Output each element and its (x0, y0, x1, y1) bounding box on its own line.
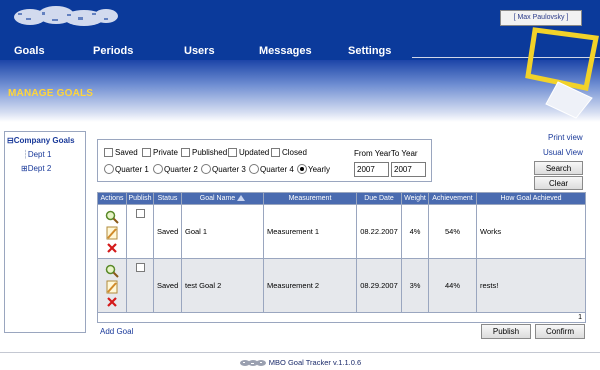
col-goal-name[interactable]: Goal Name (181, 192, 264, 205)
publish-checkbox[interactable] (135, 263, 145, 272)
usual-view-link[interactable]: Usual View (543, 148, 583, 157)
measurement-cell: Measurement 1 (263, 204, 357, 259)
measurement-cell: Measurement 2 (263, 258, 357, 313)
pager-row: 1 (97, 312, 586, 323)
add-goal-link[interactable]: Add Goal (100, 327, 133, 336)
due-date-cell: 08.22.2007 (356, 204, 402, 259)
status-cell: Saved (153, 204, 182, 259)
due-date-cell: 08.29.2007 (356, 258, 402, 313)
period-quarter-3-radio[interactable]: Quarter 3 (201, 164, 246, 174)
footer-version-text: MBO Goal Tracker v.1.1.0.6 (268, 358, 362, 367)
period-yearly-radio[interactable]: Yearly (297, 164, 330, 174)
footer-logo-icon (239, 359, 266, 366)
nav-messages[interactable]: Messages (259, 45, 312, 57)
nav-periods[interactable]: Periods (93, 45, 133, 57)
nav-settings[interactable]: Settings (348, 45, 391, 57)
year-range-label: From YearTo Year (354, 149, 418, 158)
clear-button[interactable]: Clear (534, 176, 583, 190)
corner-decoration-icon (525, 27, 599, 119)
delete-icon[interactable] (106, 296, 118, 308)
weight-cell: 3% (401, 258, 429, 313)
nav-goals[interactable]: Goals (14, 45, 45, 57)
filter-private-checkbox[interactable]: Private (142, 148, 178, 157)
department-tree: ⊟Company Goals ┆Dept 1 ⊞Dept 2 (4, 131, 86, 333)
col-due-date[interactable]: Due Date (356, 192, 402, 205)
achievement-cell: 44% (428, 258, 477, 313)
from-year-input[interactable] (354, 162, 389, 177)
confirm-button[interactable]: Confirm (535, 324, 585, 339)
page-title: MANAGE GOALS (8, 88, 94, 99)
col-status[interactable]: Status (153, 192, 182, 205)
search-button[interactable]: Search (534, 161, 583, 175)
filter-closed-checkbox[interactable]: Closed (271, 148, 307, 157)
period-quarter-1-radio[interactable]: Quarter 1 (104, 164, 149, 174)
tree-collapse-icon[interactable]: ⊟ (7, 136, 14, 145)
publish-checkbox[interactable] (135, 209, 145, 218)
to-year-input[interactable] (391, 162, 426, 177)
goals-table: Actions Publish Status Goal Name Measure… (97, 192, 586, 323)
company-logo (14, 6, 118, 26)
footer: MBO Goal Tracker v.1.1.0.6 (0, 355, 600, 370)
col-publish[interactable]: Publish (126, 192, 154, 205)
sort-ascending-icon[interactable] (237, 195, 246, 201)
col-measurement[interactable]: Measurement (263, 192, 357, 205)
period-quarter-2-radio[interactable]: Quarter 2 (153, 164, 198, 174)
tree-root-company-goals[interactable]: ⊟Company Goals (7, 136, 75, 145)
filter-panel: Saved Private Published Updated Closed Q… (97, 139, 432, 182)
how-achieved-cell: rests! (476, 258, 586, 313)
nav-users[interactable]: Users (184, 45, 215, 57)
page-number[interactable]: 1 (97, 312, 586, 323)
table-row: Saved test Goal 2 Measurement 2 08.29.20… (97, 258, 586, 313)
col-weight[interactable]: Weight (401, 192, 429, 205)
period-quarter-4-radio[interactable]: Quarter 4 (249, 164, 294, 174)
goal-name-cell: test Goal 2 (181, 258, 264, 313)
achievement-cell: 54% (428, 204, 477, 259)
print-view-link[interactable]: Print view (548, 133, 583, 142)
col-how-achieved[interactable]: How Goal Achieved (476, 192, 586, 205)
edit-icon[interactable] (105, 226, 119, 240)
tree-item-dept-1[interactable]: ┆Dept 1 (23, 150, 51, 159)
table-header-row: Actions Publish Status Goal Name Measure… (97, 192, 586, 205)
filter-updated-checkbox[interactable]: Updated (228, 148, 269, 157)
delete-icon[interactable] (106, 242, 118, 254)
tree-expand-icon[interactable]: ⊞ (21, 164, 28, 173)
weight-cell: 4% (401, 204, 429, 259)
view-magnifier-icon[interactable] (105, 264, 119, 278)
goal-name-cell: Goal 1 (181, 204, 264, 259)
view-magnifier-icon[interactable] (105, 210, 119, 224)
tree-item-dept-2[interactable]: ⊞Dept 2 (21, 164, 51, 173)
publish-button[interactable]: Publish (481, 324, 531, 339)
how-achieved-cell: Works (476, 204, 586, 259)
edit-icon[interactable] (105, 280, 119, 294)
status-cell: Saved (153, 258, 182, 313)
col-actions: Actions (97, 192, 127, 205)
filter-saved-checkbox[interactable]: Saved (104, 148, 138, 157)
col-achievement[interactable]: Achievement (428, 192, 477, 205)
table-row: Saved Goal 1 Measurement 1 08.22.2007 4%… (97, 204, 586, 259)
footer-divider (0, 352, 600, 353)
filter-published-checkbox[interactable]: Published (181, 148, 227, 157)
